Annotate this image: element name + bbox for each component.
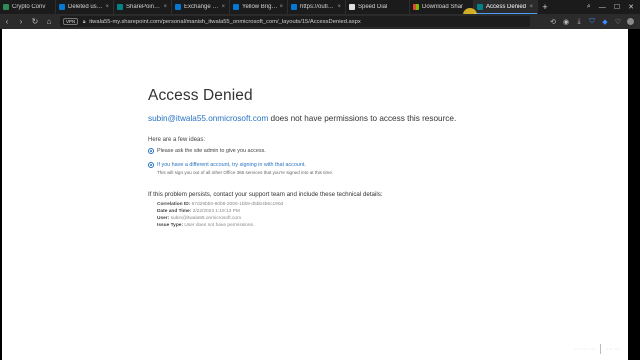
address-toolbar: ‹ › ↻ ⌂ VPN 🔒︎ itwala55-my.sharepoint.co… [0, 14, 640, 29]
page-viewport: Access Denied subin@itwala55.onmicrosoft… [2, 29, 628, 360]
detail-value: subin@itwala55.onmicrosoft.com [170, 216, 242, 221]
address-bar[interactable]: VPN 🔒︎ itwala55-my.sharepoint.com/person… [60, 16, 530, 27]
detail-value: 2/22/2023 1:19:13 PM [192, 209, 240, 214]
recording-watermark: ⋯ ⋯ ⋯ ⋯ ⋯ [574, 344, 620, 354]
back-icon[interactable]: ‹ [0, 14, 14, 29]
detail-label: Correlation ID: [157, 202, 191, 207]
tab-speed-dial[interactable]: Speed Dial [346, 0, 410, 14]
maximize-icon[interactable]: ☐ [614, 3, 620, 11]
tab-sharepoint-admin[interactable]: SharePoint adm × [114, 0, 172, 14]
sync-icon[interactable]: ⟲ [549, 18, 557, 26]
tab-download-sharepoint[interactable]: Download Shar [410, 0, 474, 14]
detail-row: Correlation ID: 67d29bb0-80b6-2000-1bb9-… [157, 201, 508, 208]
tab-yellow-bright[interactable]: Yellow Bright Bi × [230, 0, 288, 14]
close-tab-icon[interactable]: × [105, 4, 109, 10]
detail-label: Date and Time: [157, 209, 192, 214]
idea-item: If you have a different account, try sig… [148, 161, 508, 175]
tab-label: Yellow Bright Bi [242, 4, 277, 10]
tab-label: Exchange admi [184, 4, 220, 10]
close-tab-icon[interactable]: × [221, 4, 225, 10]
microsoft-favicon-icon [59, 4, 65, 10]
ideas-heading: Here are a few ideas: [148, 137, 206, 143]
detail-value: User does not have permissions. [184, 223, 255, 228]
url-text[interactable]: itwala55-my.sharepoint.com/personal/mani… [89, 19, 361, 25]
sign-in-different-account-link[interactable]: If you have a different account, try sig… [157, 162, 306, 168]
access-denied-content: Access Denied subin@itwala55.onmicrosoft… [148, 87, 508, 229]
message-suffix: does not have permissions to access this… [268, 114, 457, 123]
idea-item: Please ask the site admin to give you ac… [148, 147, 508, 154]
home-icon[interactable]: ⌂ [42, 14, 56, 29]
idea-text: Please ask the site admin to give you ac… [157, 148, 266, 154]
account-name: subin@itwala55.onmicrosoft.com [148, 114, 269, 123]
watermark-divider [600, 344, 602, 354]
tab-label: Deleted users [68, 4, 104, 10]
detail-row: Date and Time: 2/22/2023 1:19:13 PM [157, 208, 508, 215]
watermark-glyphs: ⋯ ⋯ [606, 346, 620, 353]
radio-bullet-icon [148, 161, 154, 168]
sharepoint-favicon-icon [477, 4, 483, 10]
tab-label: Access Denied [486, 4, 527, 10]
download-icon[interactable]: ⤓ [575, 18, 583, 26]
close-tab-icon[interactable]: × [337, 4, 341, 10]
window-controls: ⌕ — ☐ ✕ [587, 0, 640, 14]
close-tab-icon[interactable]: × [279, 4, 283, 10]
detail-label: Issue Type: [157, 223, 184, 228]
sign-out-note: This will sign you out of all other Offi… [157, 170, 334, 175]
reload-icon[interactable]: ↻ [28, 14, 42, 29]
extension-icon[interactable]: ◆ [601, 18, 609, 26]
watermark-glyphs: ⋯ ⋯ ⋯ [573, 346, 596, 353]
close-tab-icon[interactable]: × [163, 4, 167, 10]
tab-crypto[interactable]: Crypto Conv [0, 0, 56, 14]
error-message: subin@itwala55.onmicrosoft.com does not … [148, 114, 508, 123]
profile-avatar[interactable] [627, 18, 634, 25]
vpn-badge[interactable]: VPN [63, 18, 79, 25]
search-tabs-icon[interactable]: ⌕ [587, 3, 591, 11]
outlook-favicon-icon [291, 4, 297, 10]
persist-text: If this problem persists, contact your s… [148, 191, 383, 198]
new-tab-button[interactable]: + [538, 0, 552, 14]
tab-exchange-admin[interactable]: Exchange admi × [172, 0, 230, 14]
detail-row: User: subin@itwala55.onmicrosoft.com [157, 215, 508, 222]
exchange-favicon-icon [175, 4, 181, 10]
microsoft-favicon-icon [233, 4, 239, 10]
heart-icon[interactable]: ♡ [614, 18, 622, 26]
close-window-icon[interactable]: ✕ [628, 3, 634, 11]
tab-outlook[interactable]: https://outlook × [288, 0, 346, 14]
tab-label: SharePoint adm [126, 4, 161, 10]
tab-access-denied[interactable]: Access Denied × [474, 0, 538, 14]
tab-label: Crypto Conv [12, 4, 46, 10]
windows-favicon-icon [413, 4, 419, 10]
shield-icon[interactable]: ⛉ [588, 18, 596, 26]
tab-label: Speed Dial [358, 4, 388, 10]
detail-label: User: [157, 216, 170, 221]
tab-deleted-users[interactable]: Deleted users × [56, 0, 114, 14]
detail-row: Issue Type: User does not have permissio… [157, 222, 508, 229]
radio-bullet-icon [148, 147, 154, 154]
page-title: Access Denied [148, 87, 253, 104]
speed-dial-favicon-icon [349, 4, 355, 10]
technical-details: Correlation ID: 67d29bb0-80b6-2000-1bb9-… [148, 201, 508, 229]
toolbar-icons: ⟲ ◉ ⤓ ⛉ ◆ ♡ [549, 18, 640, 26]
sharepoint-favicon-icon [117, 4, 123, 10]
lock-icon[interactable]: 🔒︎ [81, 18, 87, 26]
forward-icon[interactable]: › [14, 14, 28, 29]
tab-label: Download Shar [422, 4, 464, 10]
camera-icon[interactable]: ◉ [562, 18, 570, 26]
tab-label: https://outlook [300, 4, 336, 10]
tab-strip: Crypto Conv Deleted users × SharePoint a… [0, 0, 640, 14]
crypto-favicon-icon [3, 4, 9, 10]
close-tab-icon[interactable]: × [529, 4, 533, 10]
detail-value: 67d29bb0-80b6-2000-1bb9-d5bb4b6c190d [191, 202, 284, 207]
minimize-icon[interactable]: — [599, 4, 606, 11]
